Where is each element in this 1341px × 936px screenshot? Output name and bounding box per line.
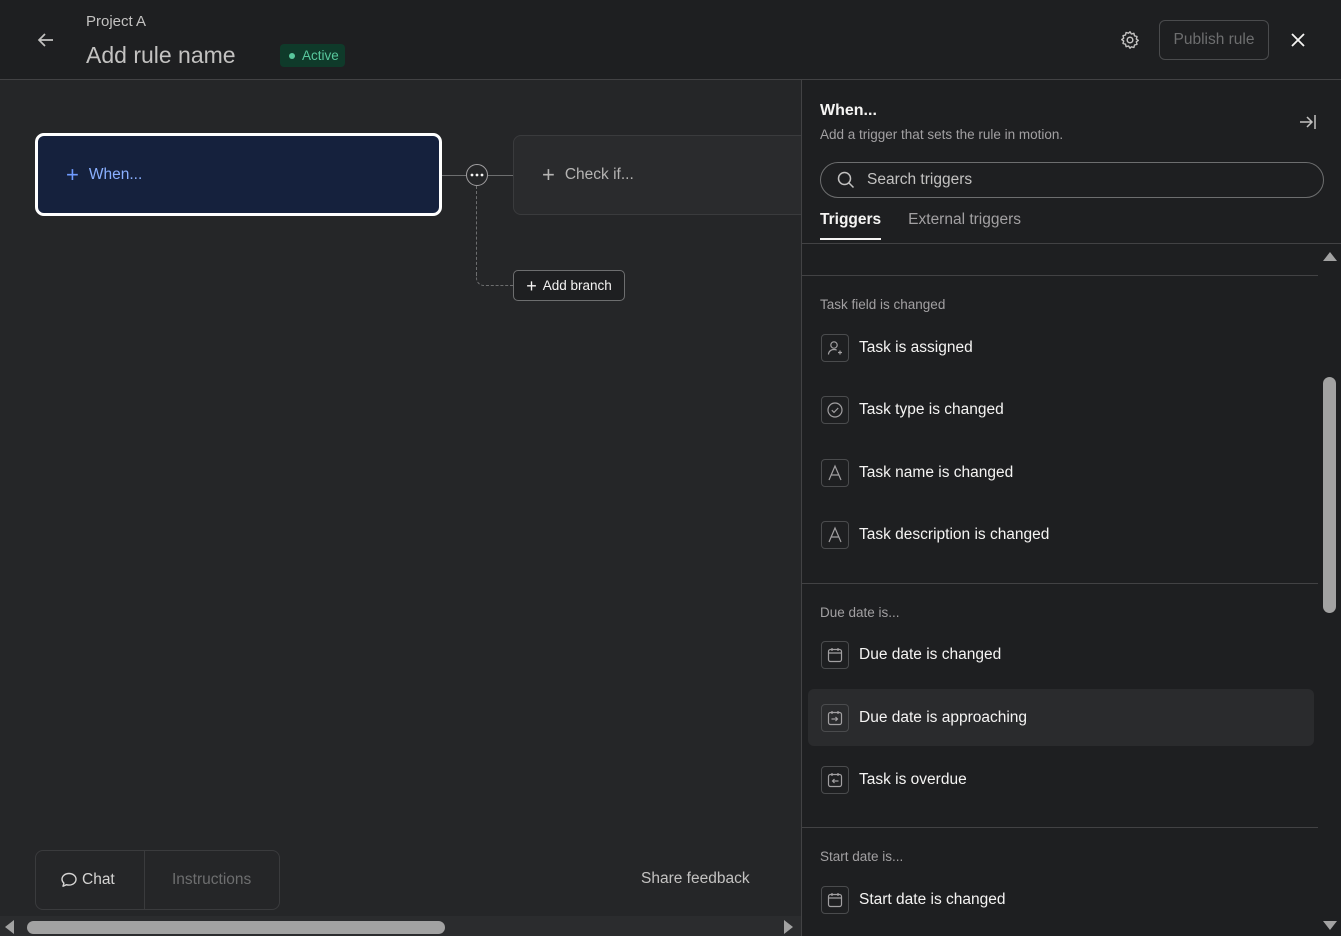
section-label: Start date is... — [820, 849, 904, 864]
scroll-down-arrow-icon[interactable] — [1323, 921, 1337, 930]
trigger-item-task-assigned[interactable]: Task is assigned — [808, 319, 1314, 376]
tab-triggers[interactable]: Triggers — [820, 208, 882, 240]
vertical-scrollbar[interactable] — [1318, 244, 1341, 936]
trigger-item-task-name-changed[interactable]: Task name is changed — [808, 444, 1314, 501]
calendar-icon — [821, 640, 849, 669]
back-arrow-icon[interactable] — [34, 28, 58, 52]
section-label: Due date is... — [820, 605, 900, 620]
close-icon[interactable] — [1286, 28, 1310, 52]
calendar-arrow-right-icon — [821, 703, 849, 732]
section-divider — [802, 583, 1318, 584]
trigger-item-task-type-changed[interactable]: Task type is changed — [808, 381, 1314, 438]
scrollbar-thumb[interactable] — [27, 921, 445, 934]
section-divider — [802, 827, 1318, 828]
trigger-tabs: Triggers External triggers — [820, 208, 1048, 243]
check-circle-icon — [821, 395, 849, 424]
trigger-list: Task field is changed Task is assigned T… — [802, 244, 1318, 936]
trigger-item-start-date-changed[interactable]: Start date is changed — [808, 871, 1314, 928]
trigger-item-label: Task name is changed — [859, 463, 1014, 481]
trigger-item-due-date-changed[interactable]: Due date is changed — [808, 626, 1314, 683]
trigger-item-due-date-approaching[interactable]: Due date is approaching — [808, 689, 1314, 746]
chat-label: Chat — [82, 871, 115, 888]
trigger-item-label: Due date is changed — [859, 645, 1002, 663]
search-icon — [837, 171, 855, 189]
text-a-icon — [821, 520, 849, 549]
connector-line — [442, 175, 466, 176]
section-label: Task field is changed — [820, 297, 946, 312]
trigger-item-label: Task is assigned — [859, 338, 973, 356]
branch-connector — [486, 285, 513, 286]
trigger-item-label: Start date is changed — [859, 890, 1006, 908]
header: Project A Add rule name Active Publish r… — [0, 0, 1341, 80]
check-node-label: Check if... — [564, 166, 634, 183]
check-if-node[interactable]: + Check if... — [513, 135, 813, 215]
trigger-item-label: Task description is changed — [859, 525, 1050, 543]
chat-bubble-icon — [61, 872, 77, 887]
search-triggers-field[interactable] — [820, 162, 1324, 198]
section-divider — [802, 275, 1318, 276]
add-branch-button[interactable]: + Add branch — [513, 270, 625, 301]
scroll-left-arrow-icon[interactable] — [5, 920, 14, 934]
plus-icon: + — [66, 161, 79, 187]
rule-name-title[interactable]: Add rule name — [86, 42, 236, 69]
scrollbar-thumb[interactable] — [1323, 377, 1336, 613]
add-branch-label: Add branch — [542, 278, 612, 293]
connector-line — [488, 175, 513, 176]
tab-external-triggers[interactable]: External triggers — [908, 208, 1021, 240]
text-a-icon — [821, 458, 849, 487]
project-name[interactable]: Project A — [86, 13, 146, 30]
chat-button[interactable]: Chat — [36, 851, 145, 909]
trigger-item-label: Due date is approaching — [859, 708, 1028, 726]
when-node-label: When... — [88, 165, 143, 183]
status-badge: Active — [280, 44, 345, 67]
scroll-right-arrow-icon[interactable] — [784, 920, 793, 934]
trigger-item-task-description-changed[interactable]: Task description is changed — [808, 506, 1314, 563]
trigger-item-task-overdue[interactable]: Task is overdue — [808, 751, 1314, 808]
status-label: Active — [302, 48, 339, 63]
publish-rule-button[interactable]: Publish rule — [1159, 20, 1269, 60]
calendar-icon — [821, 885, 849, 914]
when-trigger-node[interactable]: + When... — [35, 133, 442, 216]
collapse-panel-icon[interactable] — [1296, 110, 1320, 134]
plus-icon: + — [542, 162, 555, 187]
status-dot-icon — [289, 52, 295, 59]
gear-icon[interactable] — [1118, 28, 1142, 52]
user-plus-icon — [821, 333, 849, 362]
trigger-item-label: Task is overdue — [859, 770, 967, 788]
scroll-up-arrow-icon[interactable] — [1323, 252, 1337, 261]
rule-canvas: + When... + Check if... + Add branch Cha… — [0, 80, 813, 936]
branch-connector — [476, 186, 477, 275]
plus-icon: + — [526, 275, 537, 296]
trigger-item-label: Task type is changed — [859, 400, 1004, 418]
assistant-bar: Chat Instructions — [35, 850, 280, 910]
more-options-icon[interactable] — [466, 164, 488, 186]
calendar-arrow-left-icon — [821, 765, 849, 794]
trigger-panel: When... Add a trigger that sets the rule… — [801, 80, 1341, 936]
search-input[interactable] — [865, 170, 1289, 190]
instructions-button[interactable]: Instructions — [145, 871, 251, 889]
panel-subtitle: Add a trigger that sets the rule in moti… — [820, 127, 1064, 142]
share-feedback-link[interactable]: Share feedback — [641, 870, 750, 888]
panel-title: When... — [820, 102, 877, 119]
horizontal-scrollbar[interactable] — [0, 916, 801, 936]
